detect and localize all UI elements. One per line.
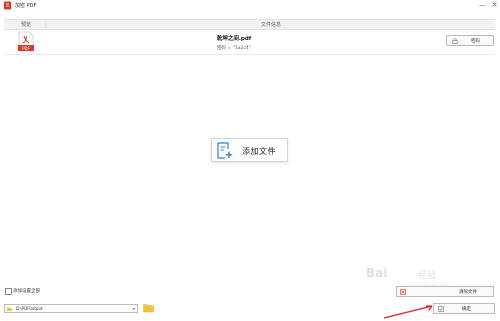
folder-small-icon [7,307,12,311]
set-password-button[interactable]: 密码 [446,35,494,46]
close-button[interactable]: ✕ [490,1,499,10]
clear-files-button[interactable]: 清除文件 [396,286,494,297]
confirm-button[interactable]: 确定 [433,303,495,314]
output-path-select[interactable]: D:\PDFoutput ▾ [4,304,138,313]
annotation-arrow-icon [383,305,433,319]
pdf-file-icon: PDF [18,31,34,52]
file-row[interactable]: PDF 乾坤之间.pdf 密码 = “1a2c4” 密码 [4,30,495,55]
apply-all-label: 添加设置全部 [13,289,40,294]
window-title: 加密 PDF [15,3,37,9]
file-table-header: 预览 文件信息 [4,19,495,30]
chevron-down-icon[interactable]: ▾ [133,306,135,311]
lock-icon [452,38,458,44]
apply-all-checkbox[interactable] [5,288,12,295]
confirm-label: 确定 [462,307,471,312]
column-header-preview: 预览 [21,22,32,28]
add-file-label: 添加文件 [242,147,276,156]
column-separator [45,20,46,29]
file-name: 乾坤之间.pdf [216,36,252,42]
clear-files-label: 清除文件 [459,290,477,295]
add-file-icon [217,142,233,159]
minimize-button[interactable]: — [478,1,487,10]
title-bar: 加密 PDF — ✕ [0,0,500,11]
add-file-button[interactable]: 添加文件 [211,138,288,162]
pdf-thumb-label: PDF [22,46,30,51]
pdf-app-icon [4,1,11,10]
file-password: 密码 = “1a2c4” [216,46,252,51]
output-path-text: D:\PDFoutput [16,306,43,311]
column-header-file-info: 文件信息 [261,22,282,28]
set-password-label: 密码 [471,39,480,44]
watermark-text-bai: Bai [366,266,388,280]
watermark-text-jingyan: 经验 [418,271,437,281]
clear-icon [400,289,406,295]
folder-icon[interactable] [143,303,154,313]
